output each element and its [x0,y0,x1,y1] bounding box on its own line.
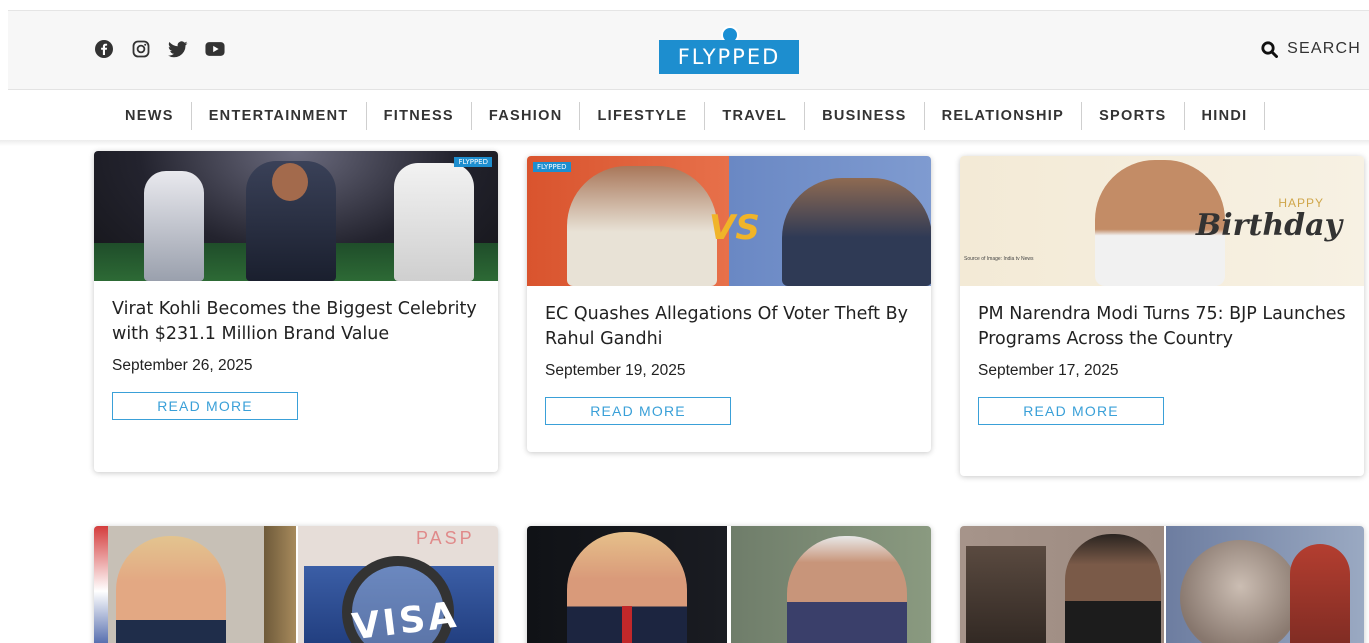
nav-item-entertainment[interactable]: ENTERTAINMENT [192,102,367,130]
nav-item-sports[interactable]: SPORTS [1082,102,1185,130]
article-date: September 19, 2025 [545,362,686,379]
read-more-button[interactable]: READ MORE [545,397,731,425]
read-more-button[interactable]: READ MORE [978,397,1164,425]
main-nav: NEWS ENTERTAINMENT FITNESS FASHION LIFES… [0,101,1369,131]
article-body: EC Quashes Allegations Of Voter Theft By… [527,286,931,425]
article-title[interactable]: PM Narendra Modi Turns 75: BJP Launches … [978,302,1346,352]
article-date: September 26, 2025 [112,357,253,374]
nav-item-lifestyle[interactable]: LIFESTYLE [580,102,706,130]
article-image[interactable]: PASP VISA [94,526,498,643]
article-vs-overlay: VS [709,208,760,248]
nav-item-fashion[interactable]: FASHION [472,102,581,130]
article-image[interactable]: FLYPPED [94,151,498,281]
article-overlay-pasp: PASP [416,528,475,548]
article-card[interactable]: HAPPY Birthday Source of Image: India tv… [960,156,1364,476]
article-card[interactable]: PASP VISA [94,526,498,643]
twitter-icon[interactable] [168,39,188,59]
article-image[interactable]: VS FLYPPED [527,156,931,286]
article-card[interactable] [960,526,1364,643]
article-title[interactable]: EC Quashes Allegations Of Voter Theft By… [545,302,913,352]
article-body: PM Narendra Modi Turns 75: BJP Launches … [960,286,1364,425]
article-title[interactable]: Virat Kohli Becomes the Biggest Celebrit… [112,297,480,347]
search-button[interactable]: SEARCH [1261,40,1361,58]
article-card[interactable] [527,526,931,643]
nav-item-travel[interactable]: TRAVEL [705,102,806,130]
article-card[interactable]: FLYPPED Virat Kohli Becomes the Biggest … [94,151,498,472]
nav-item-hindi[interactable]: HINDI [1185,102,1266,130]
article-body: Virat Kohli Becomes the Biggest Celebrit… [94,281,498,420]
site-header: FLYPPED SEARCH [8,10,1369,90]
youtube-icon[interactable] [205,39,225,59]
article-overlay-birthday: Birthday [1195,208,1342,243]
article-card[interactable]: VS FLYPPED EC Quashes Allegations Of Vot… [527,156,931,452]
article-image[interactable] [960,526,1364,643]
nav-item-news[interactable]: NEWS [108,102,192,130]
article-image[interactable]: HAPPY Birthday Source of Image: India tv… [960,156,1364,286]
nav-item-business[interactable]: BUSINESS [805,102,925,130]
search-label: SEARCH [1287,40,1361,57]
logo-text: FLYPPED [677,45,781,69]
article-date: September 17, 2025 [978,362,1119,379]
image-source-credit: Source of Image: India tv News [964,256,1034,262]
search-icon [1261,40,1279,58]
site-logo[interactable]: FLYPPED [659,26,799,78]
logo-plate: FLYPPED [659,40,799,74]
facebook-icon[interactable] [94,39,114,59]
nav-divider [0,140,1369,146]
read-more-button[interactable]: READ MORE [112,392,298,420]
social-links [94,39,225,59]
article-badge: FLYPPED [454,157,492,167]
nav-item-fitness[interactable]: FITNESS [367,102,472,130]
article-badge: FLYPPED [533,162,571,172]
article-image[interactable] [527,526,931,643]
instagram-icon[interactable] [131,39,151,59]
nav-item-relationship[interactable]: RELATIONSHIP [925,102,1083,130]
